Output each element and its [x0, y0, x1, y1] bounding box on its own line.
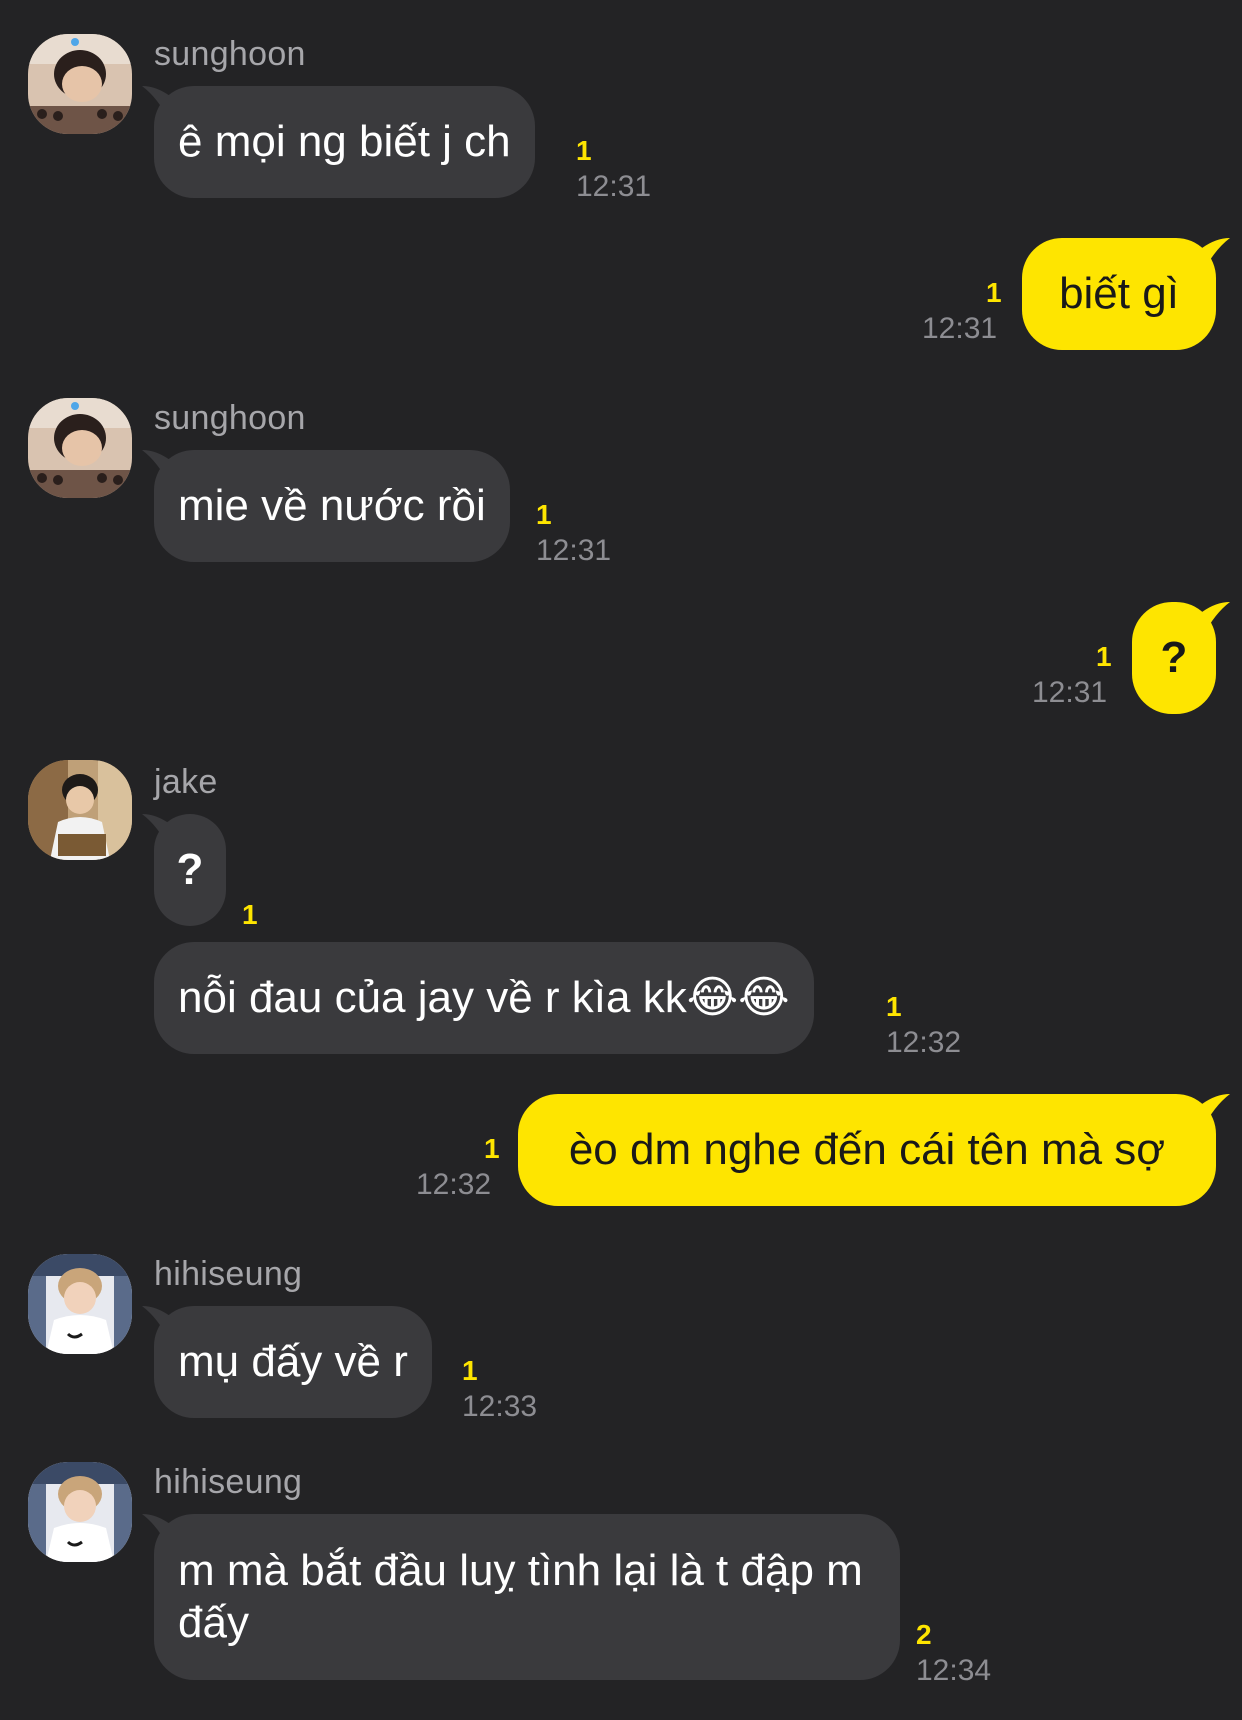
bubble-tail: [142, 814, 170, 850]
unread-count: 1: [536, 499, 552, 530]
avatar-jake[interactable]: [28, 760, 132, 860]
avatar-hihiseung[interactable]: [28, 1462, 132, 1562]
message-time: 12:34: [916, 1654, 992, 1687]
message-time: 12:31: [1032, 676, 1108, 709]
message-bubble[interactable]: mie về nước rồi: [142, 450, 510, 562]
unread-count: 2: [916, 1619, 932, 1650]
message-bubble[interactable]: m mà bắt đầu luỵ tình lại là t đập m đấy: [142, 1514, 900, 1680]
unread-count: 1: [576, 135, 592, 166]
unread-count: 1: [242, 899, 258, 930]
avatar-image: [28, 1462, 132, 1562]
message-bubble[interactable]: ?: [142, 814, 226, 926]
message-bubble[interactable]: ?: [1132, 602, 1230, 714]
avatar-sunghoon[interactable]: [28, 398, 132, 498]
avatar-image: [28, 1254, 132, 1354]
sender-name: hihiseung: [154, 1255, 303, 1293]
message-text: biết gì: [1022, 238, 1216, 350]
sender-name: sunghoon: [154, 35, 306, 73]
message-text: mụ đấy về r: [154, 1306, 432, 1418]
avatar-image: [28, 760, 132, 860]
bubble-tail: [1202, 602, 1230, 638]
bubble-tail: [142, 450, 170, 486]
unread-count: 1: [462, 1355, 478, 1386]
message-bubble[interactable]: nỗi đau của jay về r kìa kk😂😂: [154, 942, 814, 1054]
message-text: m mà bắt đầu luỵ tình lại là t đập m đấy: [154, 1514, 900, 1680]
unread-count: 1: [1096, 641, 1112, 672]
message-bubble[interactable]: ê mọi ng biết j ch: [142, 86, 535, 198]
bubble-tail: [142, 86, 170, 122]
message-text: nỗi đau của jay về r kìa kk😂😂: [154, 942, 814, 1054]
message-time: 12:31: [576, 170, 652, 203]
message-bubble[interactable]: èo dm nghe đến cái tên mà sợ: [518, 1094, 1230, 1206]
message-time: 12:33: [462, 1390, 538, 1423]
avatar-hihiseung[interactable]: [28, 1254, 132, 1354]
avatar-image: [28, 34, 132, 134]
message-time: 12:31: [536, 534, 612, 567]
avatar-image: [28, 398, 132, 498]
message-text: èo dm nghe đến cái tên mà sợ: [518, 1094, 1216, 1206]
bubble-tail: [1202, 238, 1230, 274]
message-text: ê mọi ng biết j ch: [154, 86, 535, 198]
bubble-tail: [142, 1306, 170, 1342]
sender-name: hihiseung: [154, 1463, 303, 1501]
unread-count: 1: [484, 1133, 500, 1164]
message-bubble[interactable]: mụ đấy về r: [142, 1306, 432, 1418]
avatar-sunghoon[interactable]: [28, 34, 132, 134]
message-time: 12:31: [922, 312, 998, 345]
message-bubble[interactable]: biết gì: [1022, 238, 1230, 350]
message-time: 12:32: [886, 1026, 962, 1059]
unread-count: 1: [886, 991, 902, 1022]
message-text: mie về nước rồi: [154, 450, 510, 562]
sender-name: sunghoon: [154, 399, 306, 437]
bubble-tail: [142, 1514, 170, 1550]
bubble-tail: [1202, 1094, 1230, 1130]
sender-name: jake: [154, 763, 218, 801]
message-time: 12:32: [416, 1168, 492, 1201]
unread-count: 1: [986, 277, 1002, 308]
